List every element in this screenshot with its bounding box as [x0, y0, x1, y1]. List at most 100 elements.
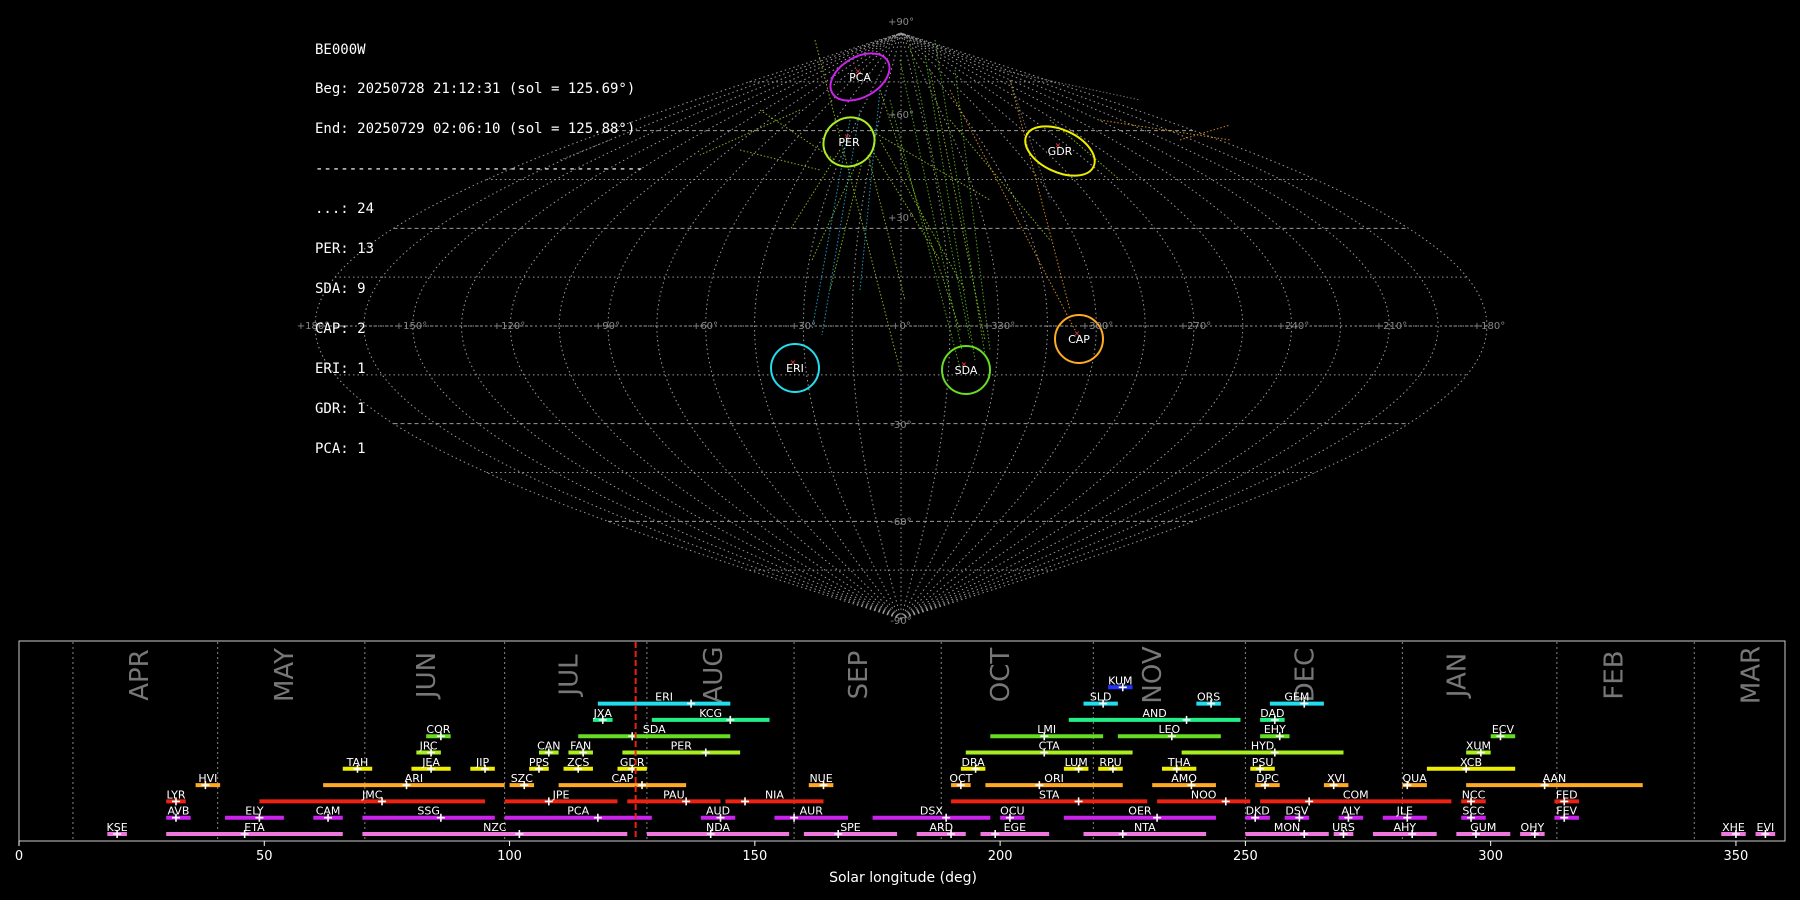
- longitude-tick-label: +180°: [1473, 321, 1505, 332]
- shower-code-label: DSX: [920, 805, 943, 818]
- longitude-tick-label: +330°: [983, 321, 1015, 332]
- shower-code-label: LMI: [1037, 723, 1056, 736]
- x-tick-label: 0: [15, 849, 23, 864]
- shower-code-label: CAP: [611, 772, 633, 785]
- radiant-label: SDA: [955, 364, 978, 377]
- latitude-tick-label: +30°: [888, 213, 914, 224]
- shower-code-label: SZC: [511, 772, 534, 785]
- shower-code-label: DAD: [1260, 707, 1284, 720]
- x-axis-label: Solar longitude (deg): [829, 870, 977, 886]
- shower-code-label: OCT: [949, 772, 972, 785]
- longitude-tick-label: +210°: [1375, 321, 1407, 332]
- latitude-tick-label: +90°: [888, 17, 914, 28]
- shower-code-label: LEO: [1158, 723, 1180, 736]
- shower-code-label: HYD: [1251, 740, 1274, 753]
- shower-code-label: XCB: [1460, 756, 1482, 769]
- shower-code-label: PSU: [1252, 756, 1274, 769]
- shower-code-label: ORI: [1044, 772, 1064, 785]
- longitude-tick-label: +30°: [790, 321, 816, 332]
- shower-code-label: CAM: [316, 805, 341, 818]
- shower-code-label: AVB: [167, 805, 189, 818]
- shower-code-label: ECV: [1492, 723, 1515, 736]
- radiant-label: ERI: [786, 362, 804, 375]
- shower-code-label: SPE: [840, 821, 861, 834]
- count-line: ...: 24: [315, 201, 375, 218]
- month-label: AUG: [699, 647, 729, 704]
- shower-code-label: GEM: [1284, 691, 1309, 704]
- shower-code-label: HVI: [198, 772, 217, 785]
- x-tick-label: 200: [988, 849, 1013, 864]
- shower-code-label: ERI: [655, 691, 673, 704]
- station-id: BE000W: [315, 41, 366, 58]
- count-line: PER: 13: [315, 241, 375, 258]
- month-label: JUN: [412, 652, 442, 700]
- month-label: SEP: [844, 651, 874, 700]
- shower-code-label: CAN: [537, 740, 560, 753]
- shower-code-label: NZC: [483, 821, 507, 834]
- shower-code-label: FED: [1556, 788, 1578, 801]
- shower-code-label: AHY: [1394, 821, 1417, 834]
- radiant-label: CAP: [1068, 333, 1090, 346]
- latitude-tick-label: -90°: [890, 616, 911, 627]
- shower-code-label: KSE: [107, 821, 128, 834]
- x-tick-label: 300: [1478, 849, 1503, 864]
- shower-code-label: JPE: [552, 788, 570, 801]
- x-tick-label: 50: [256, 849, 273, 864]
- shower-code-label: OHY: [1521, 821, 1545, 834]
- shower-code-label: ARD: [929, 821, 953, 834]
- begin-time: Beg: 20250728 21:12:31 (sol = 125.69°): [315, 81, 636, 98]
- shower-code-label: EGE: [1004, 821, 1026, 834]
- shower-code-label: JMC: [361, 788, 383, 801]
- count-line: CAP: 2: [315, 320, 366, 337]
- shower-code-label: JEA: [421, 756, 440, 769]
- shower-code-label: NDA: [706, 821, 731, 834]
- count-line: SDA: 9: [315, 280, 366, 297]
- month-label: MAR: [1737, 646, 1767, 704]
- sky-map: ✕PCA✕PER ✕GDR✕CAP✕ERI ✕SDA +180° +150° +120°…: [297, 17, 1505, 627]
- shower-code-label: XUM: [1466, 740, 1491, 753]
- radiant-label: GDR: [1048, 145, 1073, 158]
- shower-code-label: RPU: [1099, 756, 1121, 769]
- meteor-trail: [559, 69, 1141, 201]
- x-tick-label: 250: [1233, 849, 1258, 864]
- shower-code-label: LUM: [1065, 756, 1088, 769]
- shower-code-label: SDA: [643, 723, 666, 736]
- shower-code-label: DKD: [1246, 805, 1270, 818]
- x-tick-label: 350: [1724, 849, 1749, 864]
- shower-code-label: STA: [1039, 788, 1060, 801]
- meteor-trail: [949, 79, 1231, 331]
- shower-code-label: COM: [1343, 788, 1369, 801]
- longitude-tick-label: +300°: [1081, 321, 1113, 332]
- month-label: JUL: [554, 654, 584, 698]
- shower-code-label: QUA: [1403, 772, 1428, 785]
- shower-code-label: DSV: [1285, 805, 1308, 818]
- shower-code-label: SSG: [417, 805, 440, 818]
- shower-code-label: CTA: [1039, 740, 1061, 753]
- shower-code-label: URS: [1332, 821, 1355, 834]
- shower-code-label: DPC: [1256, 772, 1279, 785]
- shower-code-label: ELY: [245, 805, 264, 818]
- longitude-tick-label: +270°: [1179, 321, 1211, 332]
- shower-code-label: AMO: [1171, 772, 1197, 785]
- shower-code-label: XVI: [1327, 772, 1345, 785]
- shower-code-label: OCU: [1000, 805, 1024, 818]
- longitude-tick-label: +0°: [891, 321, 911, 332]
- end-time: End: 20250729 02:06:10 (sol = 125.88°): [315, 121, 636, 138]
- shower-code-label: DRA: [962, 756, 986, 769]
- session-info: BE000W Beg: 20250728 21:12:31 (sol = 125…: [315, 17, 644, 469]
- count-line: ERI: 1: [315, 360, 366, 377]
- shower-code-label: ORS: [1197, 691, 1220, 704]
- shower-code-label: AUR: [800, 805, 824, 818]
- shower-code-label: AUD: [706, 805, 730, 818]
- shower-code-label: JIP: [475, 756, 489, 769]
- count-line: PCA: 1: [315, 440, 366, 457]
- radiant-label: PER: [838, 136, 860, 149]
- shower-code-label: JRC: [419, 740, 438, 753]
- longitude-tick-label: +60°: [692, 321, 718, 332]
- shower-code-label: PPS: [529, 756, 549, 769]
- radiant-label: PCA: [849, 71, 871, 84]
- shower-code-label: ALY: [1341, 805, 1360, 818]
- shower-code-label: EVI: [1757, 821, 1775, 834]
- month-label: FEB: [1599, 650, 1629, 699]
- shower-code-label: NUE: [809, 772, 832, 785]
